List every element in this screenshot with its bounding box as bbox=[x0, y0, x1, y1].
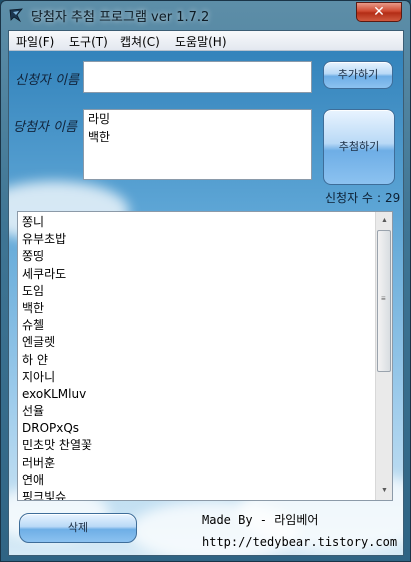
list-item[interactable]: 엔글렛 bbox=[22, 334, 372, 351]
applicant-count-label: 신청자 수 bbox=[325, 191, 373, 205]
list-item[interactable]: 유부초밥 bbox=[22, 231, 372, 248]
applicant-name-label: 신청자 이름 bbox=[15, 73, 79, 88]
list-item[interactable]: 연애 bbox=[22, 472, 372, 489]
list-item[interactable]: 세쿠라도 bbox=[22, 266, 372, 283]
window-title: 당첨자 추첨 프로그램 ver 1.7.2 bbox=[31, 10, 210, 25]
applicant-list[interactable]: 쫑니 유부초밥 쫑띵 세쿠라도 도임 백한 슈첼 엔글렛 하 얀 지아니 exoKLMluv 선율 DR… bbox=[17, 211, 393, 501]
list-item[interactable]: 러버훈 bbox=[22, 455, 372, 472]
scroll-grip-icon: ≡ bbox=[381, 294, 386, 303]
winner-name-label: 당첨자 이름 bbox=[13, 120, 77, 135]
list-item[interactable]: 선율 bbox=[22, 403, 372, 420]
list-item[interactable]: 도임 bbox=[22, 283, 372, 300]
list-item[interactable]: 쫑띵 bbox=[22, 248, 372, 265]
scroll-up-icon[interactable]: ▲ bbox=[377, 213, 392, 229]
list-item[interactable]: 핑크빛슈 bbox=[22, 489, 372, 500]
menu-bar: 파일(F) 도구(T) 캡쳐(C) 도움말(H) bbox=[9, 31, 403, 51]
list-item[interactable]: 지아니 bbox=[22, 369, 372, 386]
app-icon bbox=[9, 8, 23, 23]
close-button[interactable]: ✕ bbox=[356, 2, 402, 22]
draw-button[interactable]: 추첨하기 bbox=[323, 109, 395, 185]
list-item[interactable]: 민초맛 찬열꽃 bbox=[22, 437, 372, 454]
applicant-count-value: 29 bbox=[385, 191, 401, 205]
applicant-name-value bbox=[84, 62, 311, 64]
menu-file[interactable]: 파일(F) bbox=[16, 33, 54, 50]
credit-url: http://tedybear.tistory.com bbox=[202, 535, 398, 549]
applicant-count: 신청자 수:29 bbox=[325, 189, 400, 206]
scroll-down-icon[interactable]: ▼ bbox=[377, 483, 392, 499]
menu-help[interactable]: 도움말(H) bbox=[175, 33, 227, 50]
winner-name-box[interactable]: 라밍 백한 bbox=[83, 109, 312, 180]
title-bar[interactable]: 당첨자 추첨 프로그램 ver 1.7.2 ✕ bbox=[1, 1, 410, 29]
applicant-name-input[interactable] bbox=[83, 61, 312, 93]
applicant-count-separator: : bbox=[376, 191, 382, 205]
client-area: 파일(F) 도구(T) 캡쳐(C) 도움말(H) 신청자 이름 추가하기 당첨자… bbox=[8, 30, 404, 556]
delete-button[interactable]: 삭제 bbox=[19, 513, 137, 543]
list-item[interactable]: 쫑니 bbox=[22, 214, 372, 231]
list-item[interactable]: 슈첼 bbox=[22, 317, 372, 334]
list-scrollbar[interactable]: ▲ ≡ ▼ bbox=[375, 212, 392, 500]
winner-name-1: 백한 bbox=[88, 130, 111, 144]
list-item[interactable]: exoKLMluv bbox=[22, 386, 372, 403]
menu-tools[interactable]: 도구(T) bbox=[69, 33, 108, 50]
list-item[interactable]: 백한 bbox=[22, 300, 372, 317]
list-item[interactable]: 하 얀 bbox=[22, 352, 372, 369]
applicant-list-items: 쫑니 유부초밥 쫑띵 세쿠라도 도임 백한 슈첼 엔글렛 하 얀 지아니 exoKLMluv 선율 DR… bbox=[22, 214, 372, 500]
scroll-thumb[interactable]: ≡ bbox=[377, 230, 391, 372]
list-item[interactable]: DROPxQs bbox=[22, 420, 372, 437]
add-button[interactable]: 추가하기 bbox=[323, 61, 393, 89]
main-window: 당첨자 추첨 프로그램 ver 1.7.2 ✕ 파일(F) 도구(T) 캡쳐(C… bbox=[0, 0, 411, 562]
winner-name-0: 라밍 bbox=[88, 112, 111, 126]
menu-capture[interactable]: 캡쳐(C) bbox=[120, 33, 160, 50]
made-by-text: Made By - 라임베어 bbox=[202, 513, 319, 527]
